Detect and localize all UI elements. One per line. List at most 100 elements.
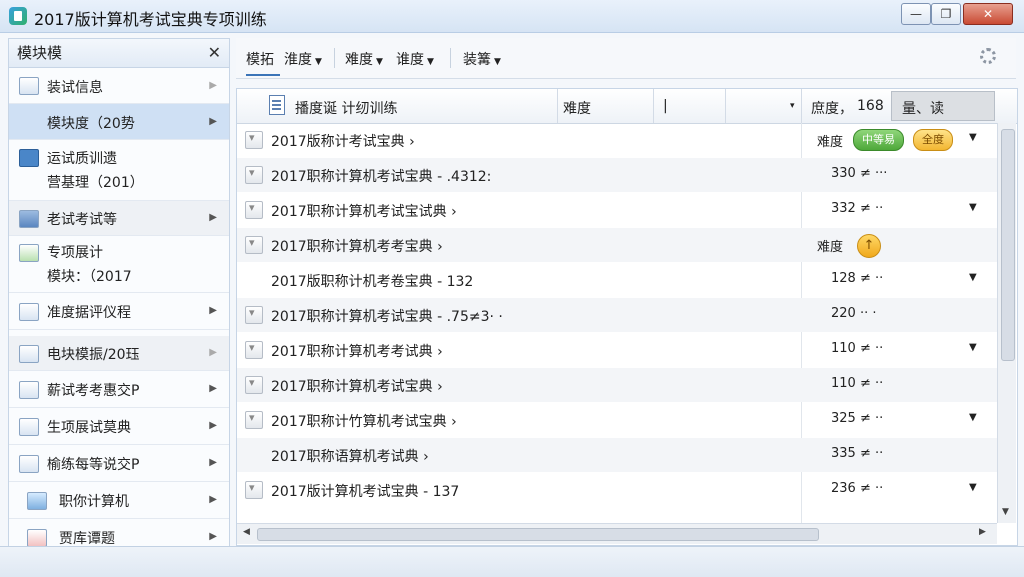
toolbar: 模拓 淮度 ▼ 难度 ▼ 谁度 ▼ 装篝 ▼ bbox=[236, 38, 1016, 79]
row-expand-toggle[interactable] bbox=[245, 201, 263, 219]
sidebar-item-6[interactable]: 准度据评仪程 ▶ bbox=[9, 293, 229, 330]
table-row[interactable]: 2017职称计算机考试宝典 - .4312: 330 ≠ ··· bbox=[237, 158, 997, 192]
chevron-right-icon: ▶ bbox=[209, 347, 217, 358]
sidebar-item-label: 准度据评仪程 bbox=[47, 305, 131, 321]
sidebar-item-9[interactable]: 生项展试莫典 ▶ bbox=[9, 408, 229, 445]
active-tab-indicator bbox=[246, 74, 280, 76]
close-button[interactable]: ✕ bbox=[963, 3, 1013, 25]
chart-icon bbox=[19, 244, 39, 262]
row-title: 2017职称语算机考试典 › bbox=[271, 449, 429, 465]
row-title: 2017职称计算机考考宝典 › bbox=[271, 239, 443, 255]
row-value: 128 ≠ ·· bbox=[831, 271, 884, 286]
scroll-down-icon[interactable]: ▼ bbox=[1002, 507, 1009, 517]
question-table: 播度诞 计纫训练 难度 | ▾ 庶度， 168 量、读 2017版称计考试宝典 … bbox=[236, 88, 1018, 546]
toolbar-menu-2[interactable]: 难度 ▼ bbox=[345, 49, 383, 69]
sidebar-item-7[interactable]: 电块模振/20珏 ▶ bbox=[9, 336, 229, 371]
row-title: 2017版计算机考试宝典 - 137 bbox=[271, 484, 460, 500]
sidebar-item-2[interactable]: 模块度（20势 ▶ bbox=[9, 104, 229, 140]
sidebar-item-label: 运试质训遗 bbox=[47, 151, 117, 167]
row-dropdown-icon[interactable]: ▼ bbox=[969, 272, 977, 283]
chevron-right-icon: ▶ bbox=[209, 305, 217, 316]
sidebar-item-4[interactable]: 老试考试等 ▶ bbox=[9, 201, 229, 236]
sidebar-item-label: 电块模振/20珏 bbox=[47, 347, 140, 363]
sidebar-item-1[interactable]: 装试信息 ▶ bbox=[9, 68, 229, 104]
table-row[interactable]: 2017职称计竹算机考试宝典 › 325 ≠ ·· ▼ bbox=[237, 403, 997, 437]
row-expand-toggle[interactable] bbox=[245, 166, 263, 184]
table-row[interactable]: 2017职称计算机考试宝典 - .75≠3· · 220 ·· · bbox=[237, 298, 997, 332]
row-title: 2017版称计考试宝典 › bbox=[271, 134, 415, 150]
scroll-left-icon[interactable]: ◀ bbox=[243, 527, 250, 537]
row-dropdown-icon[interactable]: ▼ bbox=[969, 482, 977, 493]
row-expand-toggle[interactable] bbox=[245, 411, 263, 429]
row-dropdown-icon[interactable]: ▼ bbox=[969, 202, 977, 213]
chevron-right-icon: ▶ bbox=[209, 457, 217, 468]
vertical-scrollbar[interactable]: ▼ bbox=[997, 123, 1016, 523]
row-expand-toggle[interactable] bbox=[245, 236, 263, 254]
row-expand-toggle[interactable] bbox=[245, 131, 263, 149]
toolbar-menu-1[interactable]: 淮度 ▼ bbox=[284, 49, 322, 69]
toolbar-tab-1[interactable]: 模拓 bbox=[246, 49, 274, 69]
table-row[interactable]: 2017职称计算机考试宝典 › 110 ≠ ·· bbox=[237, 368, 997, 402]
row-expand-toggle[interactable] bbox=[245, 376, 263, 394]
table-row[interactable]: 2017职称语算机考试典 › 335 ≠ ·· bbox=[237, 438, 997, 472]
column-separator bbox=[725, 89, 726, 123]
column-header-progress[interactable]: 庶度， bbox=[811, 98, 853, 118]
scroll-right-icon[interactable]: ▶ bbox=[979, 527, 986, 537]
status-badge[interactable]: 中等易 bbox=[853, 129, 904, 151]
column-separator bbox=[653, 89, 654, 123]
table-row[interactable]: 2017版职称计机考卷宝典 - 132 128 ≠ ·· ▼ bbox=[237, 263, 997, 297]
scrollbar-thumb[interactable] bbox=[1001, 129, 1015, 361]
table-row[interactable]: 2017版计算机考试宝典 - 137 236 ≠ ·· ▼ bbox=[237, 473, 997, 507]
row-expand-toggle[interactable] bbox=[245, 481, 263, 499]
row-value: 难度 bbox=[817, 240, 844, 255]
sidebar-close-icon[interactable]: ✕ bbox=[208, 39, 221, 67]
row-dropdown-icon[interactable]: ▼ bbox=[969, 132, 977, 143]
row-title: 2017版职称计机考卷宝典 - 132 bbox=[271, 274, 474, 290]
column-header-title[interactable]: 播度诞 计纫训练 bbox=[295, 98, 397, 118]
flag-icon bbox=[27, 529, 47, 547]
table-row[interactable]: 2017职称计算机考考宝典 › 难度 ↑ bbox=[237, 228, 997, 262]
row-dropdown-icon[interactable]: ▼ bbox=[969, 412, 977, 423]
toolbar-label: 难度 bbox=[345, 52, 373, 68]
table-row[interactable]: 2017职称计算机考考试典 › 110 ≠ ·· ▼ bbox=[237, 333, 997, 367]
arrow-up-icon[interactable]: ↑ bbox=[857, 234, 881, 258]
gear-icon[interactable] bbox=[980, 48, 996, 64]
table-row[interactable]: 2017职称计算机考试宝试典 › 332 ≠ ·· ▼ bbox=[237, 193, 997, 227]
sidebar-item-3[interactable]: 运试质训遗 营基理（201） bbox=[9, 140, 229, 201]
app-window: 2017版计算机考试宝典专项训练 — ❐ ✕ 模块模 ✕ 装试信息 ▶ 模块度（… bbox=[0, 0, 1024, 577]
doc-icon bbox=[19, 381, 39, 399]
toolbar-menu-4[interactable]: 装篝 ▼ bbox=[463, 49, 501, 69]
sidebar-item-10[interactable]: 榆练每等说交P ▶ bbox=[9, 445, 229, 482]
sidebar-item-8[interactable]: 薪试考考惠交P ▶ bbox=[9, 371, 229, 408]
status-badge[interactable]: 全度 bbox=[913, 129, 953, 151]
picture-icon bbox=[19, 77, 39, 95]
column-header-extra[interactable]: | bbox=[663, 98, 668, 114]
doc-icon bbox=[19, 418, 39, 436]
row-expand-toggle[interactable] bbox=[245, 341, 263, 359]
column-header-difficulty[interactable]: 难度 bbox=[563, 98, 591, 118]
column-separator bbox=[801, 89, 802, 123]
row-title: 2017职称计算机考考试典 › bbox=[271, 344, 443, 360]
horizontal-scrollbar[interactable]: ◀ ▶ bbox=[237, 523, 997, 544]
minimize-button[interactable]: — bbox=[901, 3, 931, 25]
toolbar-menu-3[interactable]: 谁度 ▼ bbox=[396, 49, 434, 69]
table-header: 播度诞 计纫训练 难度 | ▾ 庶度， 168 量、读 bbox=[237, 89, 1017, 124]
row-value: 335 ≠ ·· bbox=[831, 446, 884, 461]
maximize-button[interactable]: ❐ bbox=[931, 3, 961, 25]
sidebar-item-label: 榆练每等说交P bbox=[47, 457, 140, 473]
row-expand-toggle[interactable] bbox=[245, 306, 263, 324]
row-value: 110 ≠ ·· bbox=[831, 341, 884, 356]
sidebar-item-5[interactable]: 专项展计 模块：（2017 bbox=[9, 236, 229, 293]
doc-icon bbox=[19, 455, 39, 473]
scrollbar-thumb[interactable] bbox=[257, 528, 819, 541]
header-filter-box[interactable]: 量、读 bbox=[891, 91, 995, 121]
row-value: 332 ≠ ·· bbox=[831, 201, 884, 216]
doc-edit-icon bbox=[19, 303, 39, 321]
status-bar bbox=[0, 546, 1024, 577]
window-title: 2017版计算机考试宝典专项训练 bbox=[34, 10, 267, 29]
table-row[interactable]: 2017版称计考试宝典 › 难度中等易全度 ▼ bbox=[237, 123, 997, 157]
column-dropdown-icon[interactable]: ▾ bbox=[790, 101, 795, 111]
sidebar-item-11[interactable]: 职你计算机 ▶ bbox=[9, 482, 229, 519]
column-separator bbox=[557, 89, 558, 123]
row-dropdown-icon[interactable]: ▼ bbox=[969, 342, 977, 353]
